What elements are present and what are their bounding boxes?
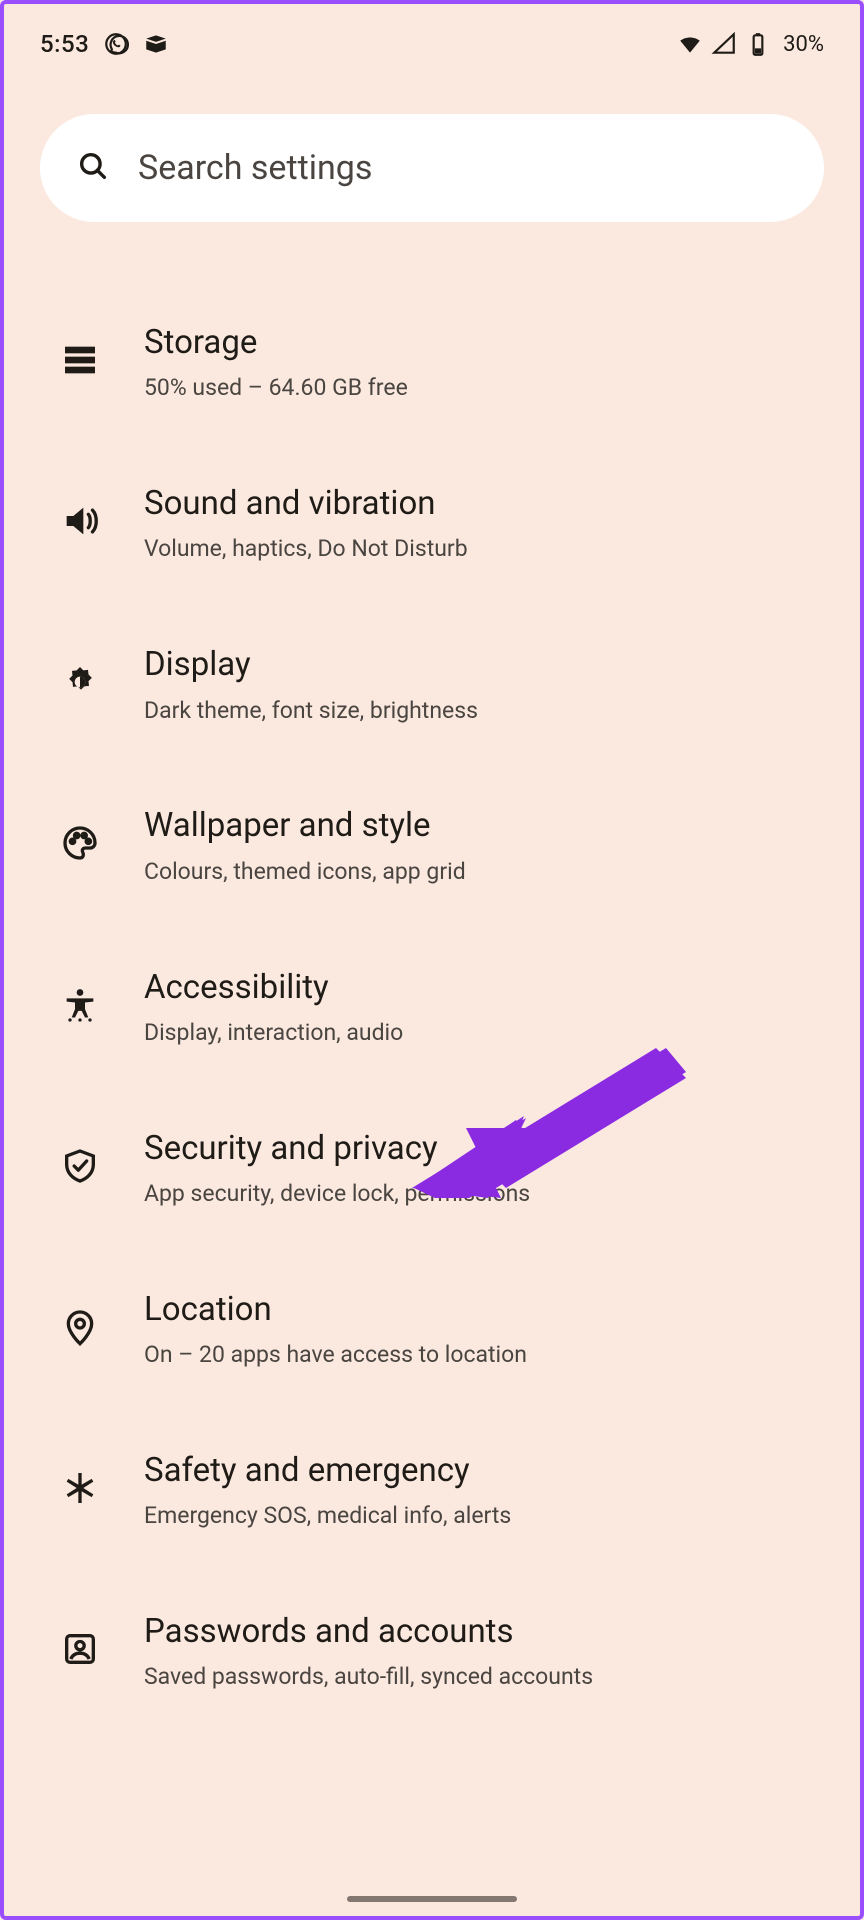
row-text: Safety and emergency Emergency SOS, medi… bbox=[144, 1450, 824, 1531]
shield-icon bbox=[60, 1146, 100, 1186]
row-subtitle: 50% used – 64.60 GB free bbox=[144, 373, 824, 403]
settings-item-display[interactable]: Display Dark theme, font size, brightnes… bbox=[4, 604, 860, 765]
row-subtitle: Display, interaction, audio bbox=[144, 1018, 824, 1048]
row-title: Display bbox=[144, 644, 824, 685]
gesture-handle[interactable] bbox=[347, 1896, 517, 1902]
status-left: 5:53 bbox=[40, 30, 169, 58]
package-icon bbox=[143, 31, 169, 57]
row-subtitle: Saved passwords, auto-fill, synced accou… bbox=[144, 1662, 824, 1692]
battery-icon bbox=[745, 31, 771, 57]
row-text: Display Dark theme, font size, brightnes… bbox=[144, 644, 824, 725]
row-text: Passwords and accounts Saved passwords, … bbox=[144, 1611, 824, 1692]
settings-item-wallpaper[interactable]: Wallpaper and style Colours, themed icon… bbox=[4, 765, 860, 926]
display-icon bbox=[60, 662, 100, 702]
row-text: Location On – 20 apps have access to loc… bbox=[144, 1289, 824, 1370]
row-title: Sound and vibration bbox=[144, 483, 824, 524]
account-box-icon bbox=[60, 1629, 100, 1669]
row-title: Storage bbox=[144, 322, 824, 363]
search-icon bbox=[76, 149, 110, 187]
row-title: Safety and emergency bbox=[144, 1450, 824, 1491]
row-title: Security and privacy bbox=[144, 1128, 824, 1169]
wifi-icon bbox=[677, 31, 703, 57]
location-icon bbox=[60, 1307, 100, 1347]
settings-item-location[interactable]: Location On – 20 apps have access to loc… bbox=[4, 1249, 860, 1410]
status-bar: 5:53 30% bbox=[4, 4, 860, 74]
status-right: 30% bbox=[677, 31, 824, 57]
status-clock: 5:53 bbox=[40, 30, 89, 58]
settings-item-accessibility[interactable]: Accessibility Display, interaction, audi… bbox=[4, 927, 860, 1088]
row-title: Accessibility bbox=[144, 967, 824, 1008]
cellular-icon bbox=[711, 31, 737, 57]
storage-icon bbox=[60, 340, 100, 380]
row-text: Wallpaper and style Colours, themed icon… bbox=[144, 805, 824, 886]
row-text: Sound and vibration Volume, haptics, Do … bbox=[144, 483, 824, 564]
whatsapp-icon bbox=[103, 31, 129, 57]
settings-item-passwords[interactable]: Passwords and accounts Saved passwords, … bbox=[4, 1571, 860, 1732]
palette-icon bbox=[60, 823, 100, 863]
search-settings[interactable]: Search settings bbox=[40, 114, 824, 222]
row-title: Location bbox=[144, 1289, 824, 1330]
settings-item-safety[interactable]: Safety and emergency Emergency SOS, medi… bbox=[4, 1410, 860, 1571]
settings-list: Storage 50% used – 64.60 GB free Sound a… bbox=[4, 222, 860, 1732]
sound-icon bbox=[60, 501, 100, 541]
row-title: Passwords and accounts bbox=[144, 1611, 824, 1652]
row-subtitle: App security, device lock, permissions bbox=[144, 1179, 824, 1209]
asterisk-icon bbox=[60, 1468, 100, 1508]
row-text: Storage 50% used – 64.60 GB free bbox=[144, 322, 824, 403]
row-text: Accessibility Display, interaction, audi… bbox=[144, 967, 824, 1048]
search-placeholder: Search settings bbox=[138, 148, 372, 188]
settings-item-sound[interactable]: Sound and vibration Volume, haptics, Do … bbox=[4, 443, 860, 604]
row-title: Wallpaper and style bbox=[144, 805, 824, 846]
settings-item-storage[interactable]: Storage 50% used – 64.60 GB free bbox=[4, 282, 860, 443]
accessibility-icon bbox=[60, 985, 100, 1025]
row-subtitle: On – 20 apps have access to location bbox=[144, 1340, 824, 1370]
settings-item-security[interactable]: Security and privacy App security, devic… bbox=[4, 1088, 860, 1249]
row-text: Security and privacy App security, devic… bbox=[144, 1128, 824, 1209]
row-subtitle: Colours, themed icons, app grid bbox=[144, 857, 824, 887]
row-subtitle: Emergency SOS, medical info, alerts bbox=[144, 1501, 824, 1531]
row-subtitle: Dark theme, font size, brightness bbox=[144, 696, 824, 726]
search-wrap: Search settings bbox=[4, 74, 860, 222]
row-subtitle: Volume, haptics, Do Not Disturb bbox=[144, 534, 824, 564]
battery-text: 30% bbox=[783, 32, 824, 57]
